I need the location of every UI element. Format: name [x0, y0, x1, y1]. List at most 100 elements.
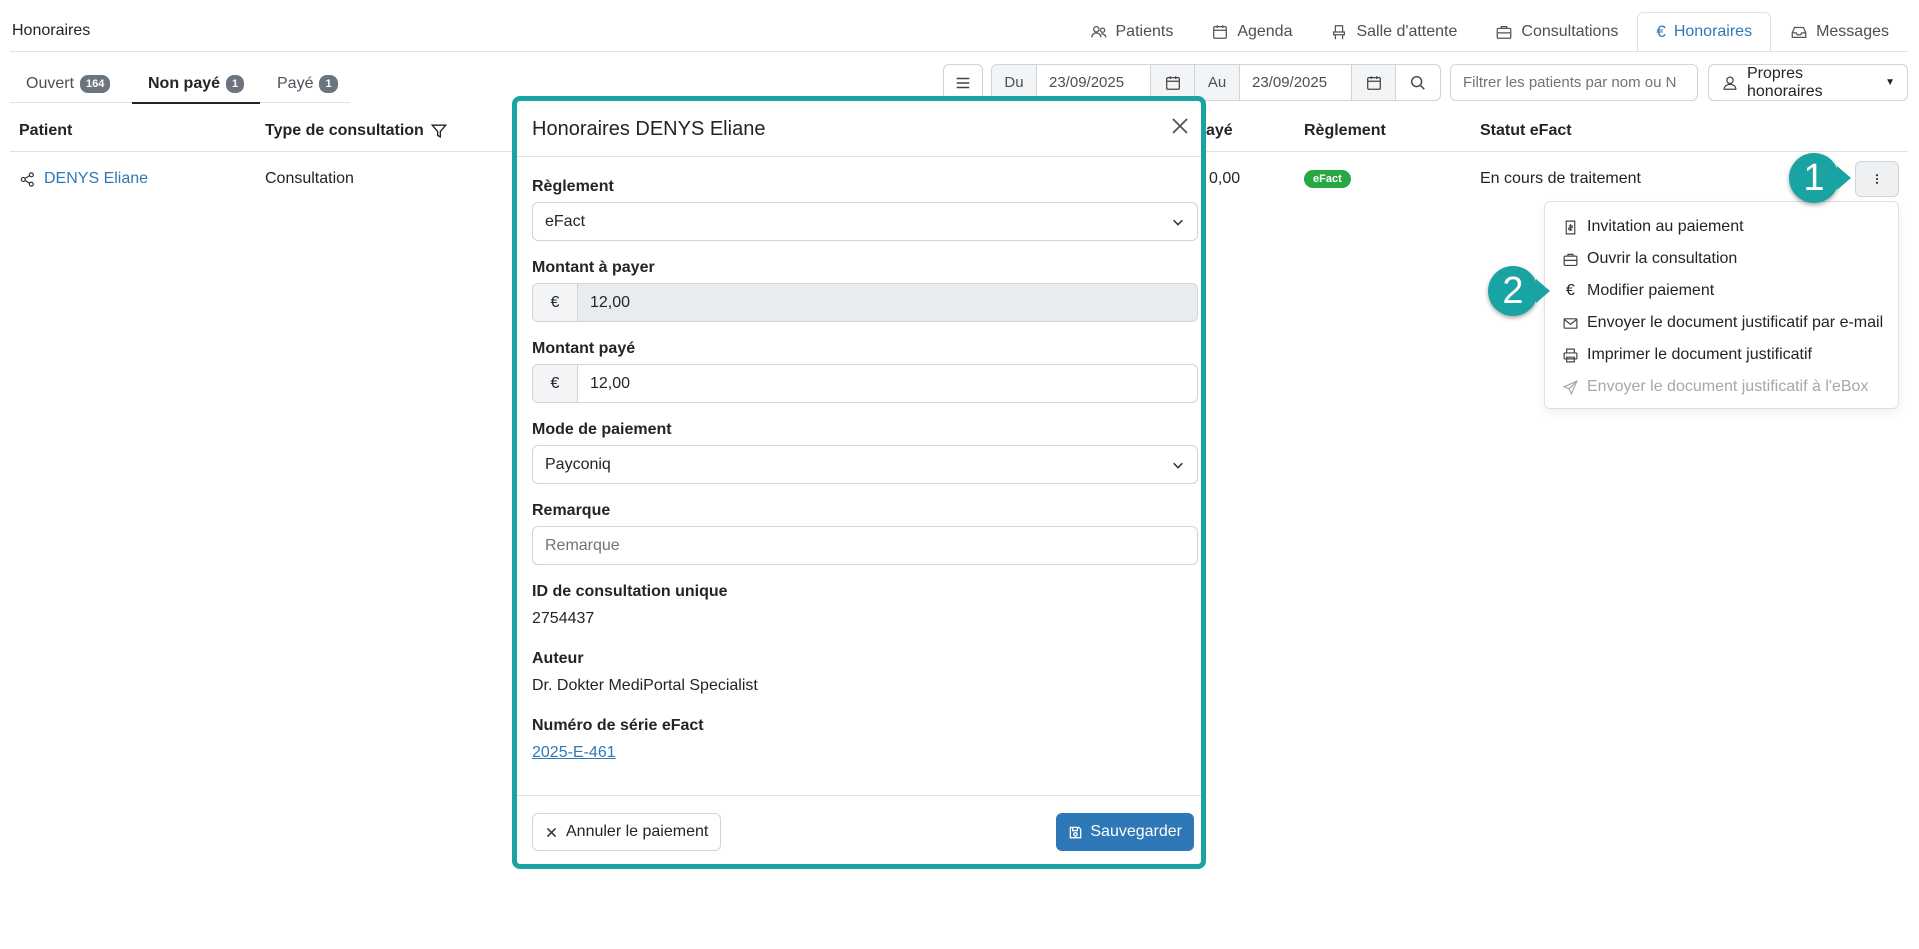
tab-consultations-label: Consultations: [1521, 23, 1619, 40]
search-button[interactable]: [1395, 64, 1441, 101]
menu-item-send-ebox: Envoyer le document justificatif à l'eBo…: [1545, 371, 1898, 403]
callout-arrow: [1837, 166, 1851, 190]
payment-mode-label: Mode de paiement: [532, 421, 672, 438]
consultation-id-label: ID de consultation unique: [532, 583, 728, 600]
modal-footer-divider: [517, 795, 1201, 796]
printer-icon: [1562, 347, 1579, 364]
tab-paid-label: Payé: [277, 75, 314, 92]
save-button[interactable]: Sauvegarder: [1056, 813, 1194, 851]
tab-messages[interactable]: Messages: [1771, 12, 1908, 52]
chevron-down-icon: [1171, 458, 1185, 472]
save-label: Sauvegarder: [1090, 823, 1182, 840]
users-icon: [1090, 23, 1108, 41]
own-fees-dropdown[interactable]: Propres honoraires ▼: [1708, 64, 1908, 101]
user-icon: [1721, 74, 1739, 92]
menu-item-payment-invitation[interactable]: Invitation au paiement: [1545, 211, 1898, 243]
tab-waiting-room-label: Salle d'attente: [1356, 23, 1458, 40]
close-icon: [1167, 113, 1193, 139]
menu-item-label: Envoyer le document justificatif à l'eBo…: [1587, 378, 1869, 395]
efact-badge: eFact: [1304, 170, 1351, 188]
amount-paid-input[interactable]: 12,00: [578, 365, 1197, 402]
euro-icon: €: [1566, 282, 1575, 299]
tab-waiting-room[interactable]: Salle d'attente: [1311, 12, 1476, 52]
reglement-value: eFact: [545, 212, 586, 230]
reglement-select[interactable]: eFact: [532, 202, 1198, 241]
currency-prefix: €: [533, 284, 578, 321]
close-icon: [545, 826, 558, 839]
share-icon: [19, 171, 36, 188]
tab-unpaid[interactable]: Non payé 1: [132, 64, 260, 104]
amount-due-label: Montant à payer: [532, 259, 655, 276]
amount-due-value: 12,00: [578, 284, 1197, 321]
payment-modal: Honoraires DENYS Eliane Règlement eFact …: [512, 96, 1206, 869]
modal-title: Honoraires DENYS Eliane: [532, 118, 766, 140]
count-badge: 1: [226, 75, 245, 93]
tab-patients[interactable]: Patients: [1071, 12, 1193, 52]
col-header-type[interactable]: Type de consultation: [265, 122, 448, 140]
amount-due-field: € 12,00: [532, 283, 1198, 322]
menu-item-edit-payment[interactable]: € Modifier paiement: [1545, 275, 1898, 307]
menu-item-open-consultation[interactable]: Ouvrir la consultation: [1545, 243, 1898, 275]
chair-icon: [1330, 23, 1348, 41]
kebab-icon: [1870, 172, 1884, 186]
author-value: Dr. Dokter MediPortal Specialist: [532, 677, 758, 694]
tab-paid[interactable]: Payé 1: [261, 64, 354, 104]
tab-honoraires-label: Honoraires: [1673, 23, 1753, 40]
tab-open[interactable]: Ouvert 164: [10, 64, 126, 104]
tab-unpaid-label: Non payé: [148, 75, 221, 92]
count-badge: 164: [80, 75, 111, 93]
efact-serial-link[interactable]: 2025-E-461: [532, 744, 616, 762]
tab-agenda[interactable]: Agenda: [1192, 12, 1311, 52]
close-button[interactable]: [1167, 113, 1193, 139]
menu-item-print[interactable]: Imprimer le document justificatif: [1545, 339, 1898, 371]
step-callout-2: 2: [1488, 266, 1550, 316]
count-badge: 1: [319, 75, 338, 93]
payment-mode-value: Payconiq: [545, 455, 611, 473]
send-icon: [1562, 379, 1579, 396]
step-callout-1: 1: [1789, 153, 1851, 203]
cancel-payment-button[interactable]: Annuler le paiement: [532, 813, 722, 851]
inbox-icon: [1790, 23, 1808, 41]
patient-link[interactable]: DENYS Eliane: [44, 170, 148, 188]
date-to-input[interactable]: 23/09/2025: [1239, 64, 1352, 101]
menu-item-label: Modifier paiement: [1587, 282, 1715, 299]
envelope-icon: [1562, 315, 1579, 332]
payment-mode-select[interactable]: Payconiq: [532, 445, 1198, 484]
invoice-icon: [1562, 219, 1579, 236]
patient-filter-input[interactable]: [1450, 64, 1698, 101]
reglement-label: Règlement: [532, 178, 614, 195]
remark-label: Remarque: [532, 502, 611, 519]
caret-down-icon: ▼: [1885, 77, 1895, 88]
row-actions-menu: Invitation au paiement Ouvrir la consult…: [1544, 201, 1899, 409]
table-row[interactable]: DENYS Eliane: [19, 170, 148, 188]
calendar-icon: [1164, 74, 1182, 92]
date-to-label: Au: [1194, 64, 1240, 101]
amount-paid-field[interactable]: € 12,00: [532, 364, 1198, 403]
chevron-down-icon: [1171, 215, 1185, 229]
consultation-type-cell: Consultation: [265, 170, 354, 187]
col-header-paid: ayé: [1206, 122, 1233, 139]
author-label: Auteur: [532, 650, 584, 667]
menu-item-label: Ouvrir la consultation: [1587, 250, 1738, 267]
active-tab-indicator: [132, 102, 260, 104]
tab-messages-label: Messages: [1816, 23, 1889, 40]
tab-consultations[interactable]: Consultations: [1476, 12, 1637, 52]
col-header-reglement: Règlement: [1304, 122, 1386, 139]
date-to-picker-button[interactable]: [1351, 64, 1396, 101]
calendar-icon: [1211, 23, 1229, 41]
menu-item-label: Imprimer le document justificatif: [1587, 346, 1812, 363]
remark-textarea[interactable]: Remarque: [532, 526, 1198, 565]
briefcase-icon: [1495, 23, 1513, 41]
filter-icon[interactable]: [430, 122, 448, 140]
tab-honoraires[interactable]: € Honoraires: [1637, 12, 1772, 52]
callout-arrow: [1536, 279, 1550, 303]
tab-open-label: Ouvert: [26, 75, 75, 92]
menu-item-label: Envoyer le document justificatif par e-m…: [1587, 314, 1884, 331]
menu-item-send-email[interactable]: Envoyer le document justificatif par e-m…: [1545, 307, 1898, 339]
row-actions-button[interactable]: [1855, 161, 1899, 197]
hamburger-icon: [954, 74, 972, 92]
callout-number: 2: [1488, 266, 1538, 316]
efact-status-cell: En cours de traitement: [1480, 170, 1641, 187]
amount-paid-cell: 0,00: [1209, 170, 1241, 187]
col-header-status: Statut eFact: [1480, 122, 1572, 139]
